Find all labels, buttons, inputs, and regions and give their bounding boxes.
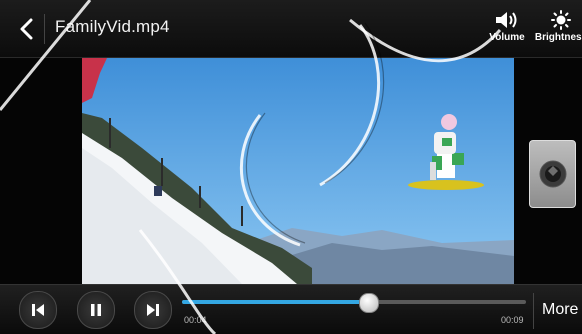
- brightness-button[interactable]: Brightness: [534, 10, 582, 54]
- current-time: 00:04: [184, 315, 207, 325]
- capture-frame-button[interactable]: [529, 140, 576, 208]
- video-player-screen: FamilyVid.mp4 Volume Brightness 00:04 00…: [0, 0, 582, 334]
- pause-icon: [91, 304, 101, 316]
- seek-thumb[interactable]: [358, 293, 379, 313]
- video-content: [82, 58, 514, 284]
- speaker-icon: [496, 12, 517, 28]
- previous-button[interactable]: [19, 291, 57, 329]
- skip-next-icon: [147, 304, 159, 316]
- camera-shutter-icon: [539, 160, 566, 188]
- back-button[interactable]: [10, 13, 44, 45]
- next-button[interactable]: [134, 291, 172, 329]
- top-bar: FamilyVid.mp4 Volume Brightness: [0, 0, 582, 58]
- sun-icon: [551, 10, 571, 30]
- pause-button[interactable]: [77, 291, 115, 329]
- divider: [533, 293, 534, 329]
- chevron-left-icon: [20, 18, 33, 40]
- playback-controls: 00:04 00:09 More: [0, 284, 582, 334]
- video-frame[interactable]: [82, 58, 514, 284]
- volume-label: Volume: [489, 32, 525, 43]
- more-button[interactable]: More: [542, 301, 578, 319]
- divider: [44, 14, 45, 44]
- seek-progress: [182, 300, 368, 304]
- volume-button[interactable]: Volume: [484, 10, 530, 54]
- skip-previous-icon: [32, 304, 44, 316]
- seek-bar[interactable]: [182, 293, 526, 313]
- total-time: 00:09: [501, 315, 524, 325]
- brightness-label: Brightness: [534, 32, 582, 43]
- video-title: FamilyVid.mp4: [55, 17, 170, 36]
